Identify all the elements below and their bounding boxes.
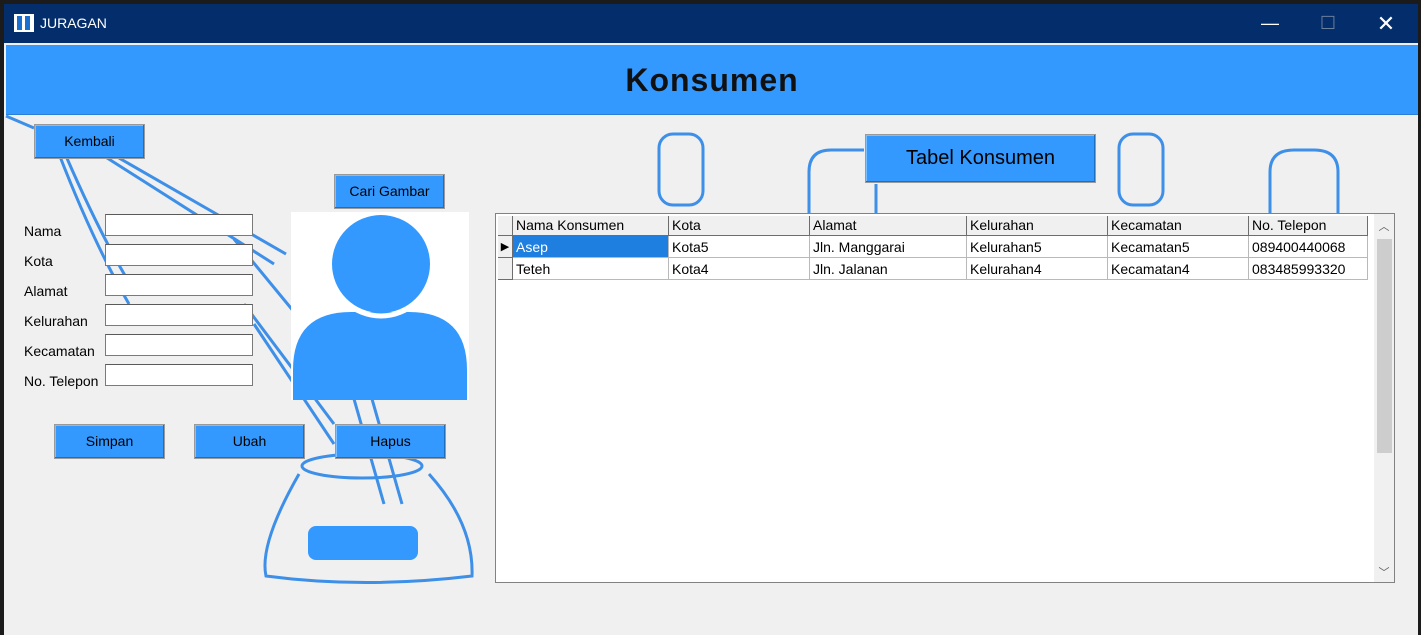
- table-cell[interactable]: Kecamatan4: [1108, 258, 1249, 280]
- column-header-address[interactable]: Alamat: [810, 216, 967, 236]
- table-cell[interactable]: Kecamatan5: [1108, 236, 1249, 258]
- city-label: Kota: [24, 253, 53, 269]
- column-header-phone[interactable]: No. Telepon: [1249, 216, 1368, 236]
- name-field[interactable]: [105, 214, 253, 236]
- table-vertical-scrollbar[interactable]: ︿ ﹀: [1374, 214, 1394, 582]
- row-header[interactable]: [498, 258, 513, 280]
- save-button[interactable]: Simpan: [54, 424, 165, 459]
- table-cell[interactable]: Asep: [513, 236, 669, 258]
- column-header-village[interactable]: Kelurahan: [967, 216, 1108, 236]
- table-cell[interactable]: Jln. Jalanan: [810, 258, 967, 280]
- scrollbar-thumb[interactable]: [1377, 239, 1392, 453]
- user-avatar-icon: [293, 212, 467, 400]
- phone-label: No. Telepon: [24, 373, 99, 389]
- village-field[interactable]: [105, 304, 253, 326]
- table-cell[interactable]: Jln. Manggarai: [810, 236, 967, 258]
- row-header-current[interactable]: ▶: [498, 236, 513, 258]
- scroll-down-icon[interactable]: ﹀: [1374, 564, 1394, 580]
- customer-table[interactable]: Nama Konsumen Kota Alamat Kelurahan Keca…: [495, 213, 1395, 583]
- column-header-city[interactable]: Kota: [669, 216, 810, 236]
- column-header-name[interactable]: Nama Konsumen: [513, 216, 669, 236]
- scroll-up-icon[interactable]: ︿: [1374, 218, 1394, 234]
- district-label: Kecamatan: [24, 343, 95, 359]
- district-field[interactable]: [105, 334, 253, 356]
- name-label: Nama: [24, 223, 62, 239]
- table-cell[interactable]: Teteh: [513, 258, 669, 280]
- app-window: JURAGAN — ☐ ✕ Konsumen Kembali Cari Gamb…: [4, 4, 1418, 635]
- address-field[interactable]: [105, 274, 253, 296]
- phone-field[interactable]: [105, 364, 253, 386]
- table-cell[interactable]: Kota4: [669, 258, 810, 280]
- city-field[interactable]: [105, 244, 253, 266]
- column-header-district[interactable]: Kecamatan: [1108, 216, 1249, 236]
- address-label: Alamat: [24, 283, 68, 299]
- table-cell[interactable]: Kota5: [669, 236, 810, 258]
- table-cell[interactable]: Kelurahan4: [967, 258, 1108, 280]
- table-corner: [498, 216, 513, 236]
- delete-button[interactable]: Hapus: [335, 424, 446, 459]
- customer-photo: [291, 212, 469, 400]
- table-cell[interactable]: 083485993320: [1249, 258, 1368, 280]
- edit-button[interactable]: Ubah: [194, 424, 305, 459]
- back-button[interactable]: Kembali: [34, 124, 145, 159]
- browse-image-button[interactable]: Cari Gambar: [334, 174, 445, 209]
- table-title-button[interactable]: Tabel Konsumen: [865, 134, 1096, 183]
- table-cell[interactable]: 089400440068: [1249, 236, 1368, 258]
- village-label: Kelurahan: [24, 313, 88, 329]
- table-cell[interactable]: Kelurahan5: [967, 236, 1108, 258]
